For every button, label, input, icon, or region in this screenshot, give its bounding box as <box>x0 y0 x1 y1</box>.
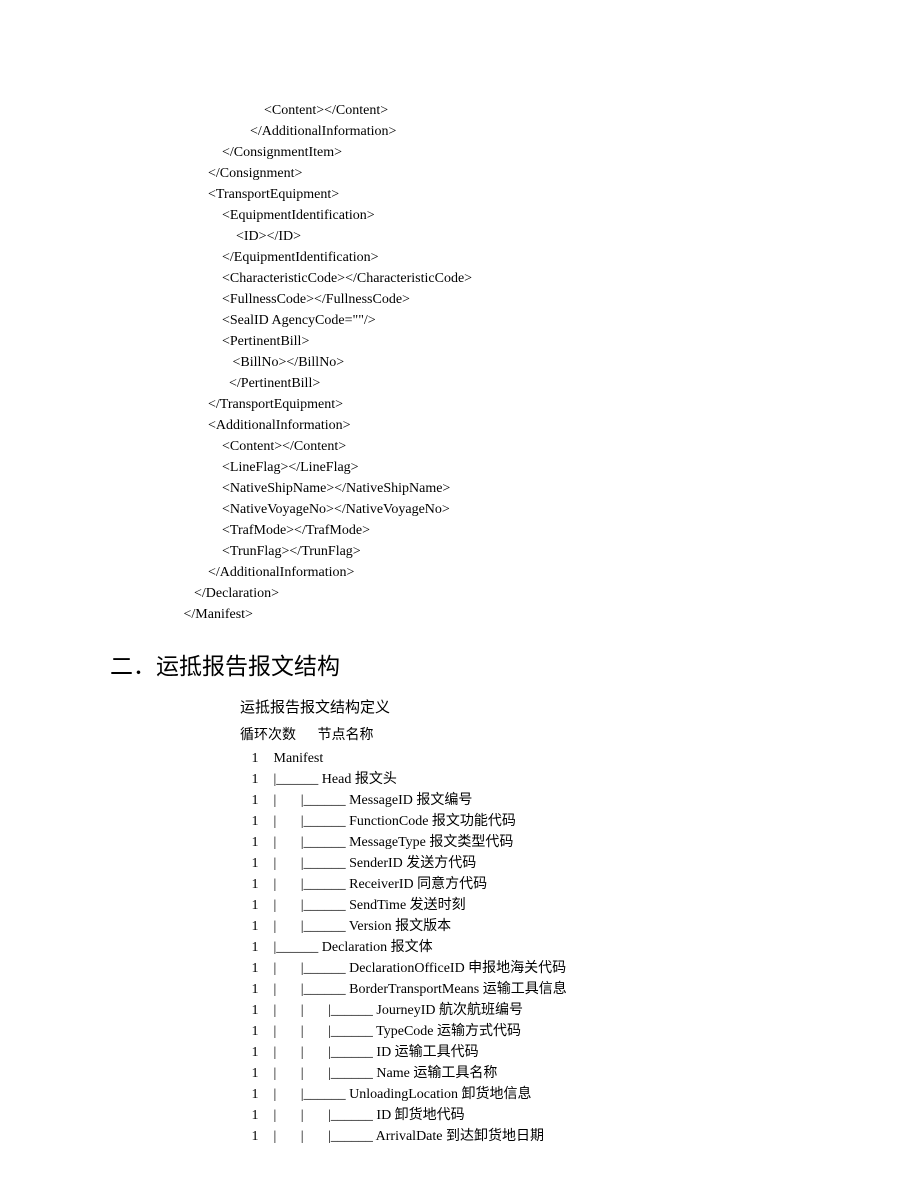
loop-count: 1 <box>240 1000 270 1021</box>
col-header-node-name: 节点名称 <box>318 728 374 743</box>
subsection-title: 运抵报告报文结构定义 <box>240 697 820 720</box>
node-label: Manifest <box>270 748 323 769</box>
tree-row: 1 | |______ Version 报文版本 <box>240 916 820 937</box>
node-label: | |______ Version 报文版本 <box>270 916 451 937</box>
loop-count: 1 <box>240 895 270 916</box>
loop-count: 1 <box>240 874 270 895</box>
node-label: | |______ FunctionCode 报文功能代码 <box>270 811 516 832</box>
loop-count: 1 <box>240 832 270 853</box>
node-label: | |______ MessageType 报文类型代码 <box>270 832 513 853</box>
loop-count: 1 <box>240 1084 270 1105</box>
loop-count: 1 <box>240 790 270 811</box>
tree-row: 1 | |______ ReceiverID 同意方代码 <box>240 874 820 895</box>
loop-count: 1 <box>240 937 270 958</box>
node-label: | |______ ReceiverID 同意方代码 <box>270 874 487 895</box>
tree-row: 1 | | |______ Name 运输工具名称 <box>240 1063 820 1084</box>
tree-row: 1 | |______ MessageType 报文类型代码 <box>240 832 820 853</box>
loop-count: 1 <box>240 979 270 1000</box>
tree-row: 1 | | |______ ID 卸货地代码 <box>240 1105 820 1126</box>
node-label: | |______ DeclarationOfficeID 申报地海关代码 <box>270 958 566 979</box>
loop-count: 1 <box>240 916 270 937</box>
node-label: | | |______ JourneyID 航次航班编号 <box>270 1000 523 1021</box>
loop-count: 1 <box>240 769 270 790</box>
node-label: | |______ SenderID 发送方代码 <box>270 853 476 874</box>
node-label: | | |______ Name 运输工具名称 <box>270 1063 497 1084</box>
section-heading: 二．运抵报告报文结构 <box>110 650 820 685</box>
node-label: | |______ BorderTransportMeans 运输工具信息 <box>270 979 567 1000</box>
loop-count: 1 <box>240 748 270 769</box>
tree-row: 1 | | |______ ArrivalDate 到达卸货地日期 <box>240 1126 820 1147</box>
node-label: | |______ UnloadingLocation 卸货地信息 <box>270 1084 531 1105</box>
tree-row: 1 Manifest <box>240 748 820 769</box>
node-label: | |______ SendTime 发送时刻 <box>270 895 466 916</box>
col-header-loop-count: 循环次数 <box>240 728 296 743</box>
node-label: |______ Declaration 报文体 <box>270 937 433 958</box>
tree-row: 1 | |______ SendTime 发送时刻 <box>240 895 820 916</box>
loop-count: 1 <box>240 1126 270 1147</box>
tree-row: 1 |______ Head 报文头 <box>240 769 820 790</box>
structure-tree: 1 Manifest1 |______ Head 报文头1 | |______ … <box>240 748 820 1147</box>
tree-row: 1 | |______ SenderID 发送方代码 <box>240 853 820 874</box>
loop-count: 1 <box>240 1042 270 1063</box>
loop-count: 1 <box>240 958 270 979</box>
tree-row: 1 | |______ FunctionCode 报文功能代码 <box>240 811 820 832</box>
tree-row: 1 | | |______ TypeCode 运输方式代码 <box>240 1021 820 1042</box>
tree-column-header: 循环次数 节点名称 <box>240 725 820 746</box>
xml-code-block: <Content></Content> </AdditionalInformat… <box>180 100 820 625</box>
tree-row: 1 | |______ BorderTransportMeans 运输工具信息 <box>240 979 820 1000</box>
node-label: |______ Head 报文头 <box>270 769 397 790</box>
node-label: | | |______ ArrivalDate 到达卸货地日期 <box>270 1126 544 1147</box>
loop-count: 1 <box>240 811 270 832</box>
node-label: | | |______ ID 卸货地代码 <box>270 1105 465 1126</box>
node-label: | | |______ ID 运输工具代码 <box>270 1042 479 1063</box>
loop-count: 1 <box>240 1105 270 1126</box>
tree-row: 1 | |______ MessageID 报文编号 <box>240 790 820 811</box>
tree-row: 1 | | |______ JourneyID 航次航班编号 <box>240 1000 820 1021</box>
loop-count: 1 <box>240 1021 270 1042</box>
node-label: | | |______ TypeCode 运输方式代码 <box>270 1021 521 1042</box>
tree-row: 1 | | |______ ID 运输工具代码 <box>240 1042 820 1063</box>
node-label: | |______ MessageID 报文编号 <box>270 790 472 811</box>
tree-row: 1 | |______ DeclarationOfficeID 申报地海关代码 <box>240 958 820 979</box>
tree-row: 1 | |______ UnloadingLocation 卸货地信息 <box>240 1084 820 1105</box>
loop-count: 1 <box>240 853 270 874</box>
loop-count: 1 <box>240 1063 270 1084</box>
tree-row: 1 |______ Declaration 报文体 <box>240 937 820 958</box>
